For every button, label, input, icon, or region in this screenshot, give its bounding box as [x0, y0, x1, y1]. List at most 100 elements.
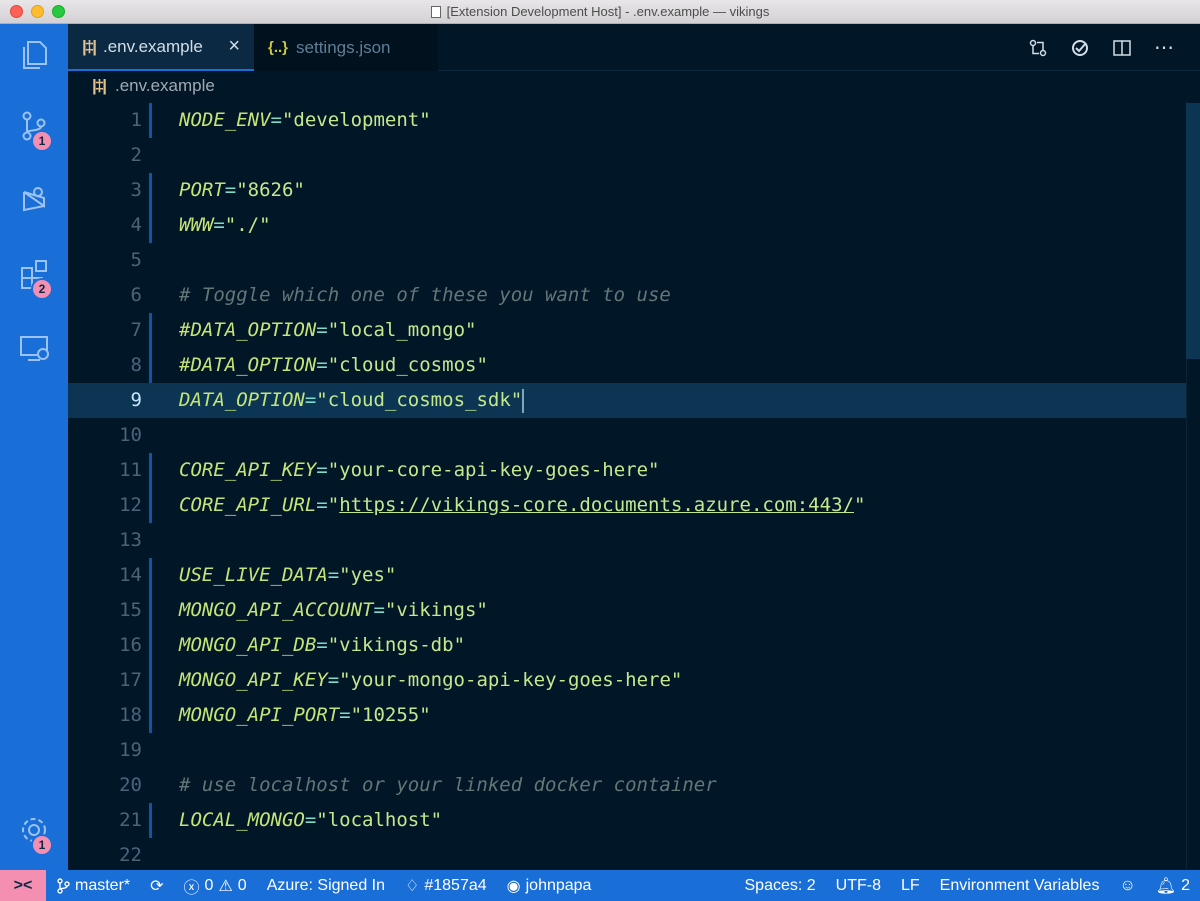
code-text: CORE_API_KEY="your-core-api-key-goes-her… — [179, 453, 659, 488]
code-line[interactable]: 1 NODE_ENV="development" — [68, 103, 1200, 138]
code-comment: # Toggle which one of these you want to … — [179, 284, 671, 306]
branch-name: master* — [75, 876, 131, 894]
equals-operator: = — [339, 704, 351, 726]
paint-bucket-icon: ♢ — [405, 877, 420, 895]
url-link[interactable]: https://vikings-core.documents.azure.com… — [339, 494, 854, 516]
quote: " — [327, 494, 340, 516]
branch-status[interactable]: master* — [46, 870, 140, 901]
code-line[interactable]: 18 MONGO_API_PORT="10255" — [68, 698, 1200, 733]
source-control-activity[interactable]: 1 — [0, 96, 68, 156]
code-line[interactable]: 21 LOCAL_MONGO="localhost" — [68, 803, 1200, 838]
code-line[interactable]: 8 #DATA_OPTION="cloud_cosmos" — [68, 348, 1200, 383]
compare-changes-icon[interactable] — [1028, 38, 1048, 58]
debug-activity[interactable] — [0, 170, 68, 230]
env-value: "development" — [281, 109, 431, 131]
code-text: MONGO_API_KEY="your-mongo-api-key-goes-h… — [179, 663, 682, 698]
line-number: 11 — [119, 459, 142, 481]
line-number: 6 — [130, 284, 142, 306]
code-line[interactable]: 12 CORE_API_URL="https://vikings-core.doc… — [68, 488, 1200, 523]
status-bar-right: Spaces: 2 UTF-8 LF Environment Variables… — [735, 870, 1200, 901]
sync-status[interactable]: ⟳ — [140, 870, 173, 901]
language-mode-status[interactable]: Environment Variables — [930, 870, 1110, 901]
peacock-color-status[interactable]: ♢ #1857a4 — [395, 870, 497, 901]
remote-indicator[interactable]: >< — [0, 870, 46, 901]
code-line[interactable]: 10 — [68, 418, 1200, 453]
tab-env-example[interactable]: |‡| .env.example × — [68, 24, 254, 71]
code-line[interactable]: 2 — [68, 138, 1200, 173]
code-line[interactable]: 9 DATA_OPTION="cloud_cosmos_sdk" — [68, 383, 1200, 418]
code-line[interactable]: 20 # use localhost or your linked docker … — [68, 768, 1200, 803]
equals-operator: = — [327, 564, 340, 586]
explorer-activity[interactable] — [0, 24, 68, 84]
indentation-status[interactable]: Spaces: 2 — [735, 870, 826, 901]
env-value: "your-core-api-key-goes-here" — [327, 459, 660, 481]
document-icon — [430, 5, 441, 18]
extensions-badge: 2 — [31, 278, 53, 300]
env-key: PORT — [179, 179, 225, 201]
env-key: #DATA_OPTION — [179, 319, 317, 341]
close-window-button[interactable] — [10, 5, 23, 18]
code-text: MONGO_API_DB="vikings-db" — [179, 628, 465, 663]
github-user: johnpapa — [525, 876, 592, 894]
close-icon[interactable]: × — [228, 35, 240, 58]
feedback-icon: ☺ — [1119, 876, 1136, 894]
settings-sliders-icon: |‡| — [92, 76, 107, 95]
env-key: USE_LIVE_DATA — [179, 564, 328, 586]
bug-icon — [23, 187, 45, 212]
code-line[interactable]: 7 #DATA_OPTION="local_mongo" — [68, 313, 1200, 348]
breadcrumb-file[interactable]: .env.example — [115, 76, 215, 96]
editor-actions: ⋯ — [1028, 24, 1200, 71]
env-key: MONGO_API_ACCOUNT — [179, 599, 374, 621]
azure-status[interactable]: Azure: Signed In — [257, 870, 395, 901]
code-text: LOCAL_MONGO="localhost" — [179, 803, 442, 838]
code-text: WWW="./" — [179, 208, 271, 243]
equals-operator: = — [213, 214, 225, 236]
more-actions-icon[interactable]: ⋯ — [1154, 35, 1174, 60]
env-key: MONGO_API_PORT — [179, 704, 340, 726]
problems-status[interactable]: ⓧ 0 ⚠ 0 — [174, 870, 257, 901]
settings-activity[interactable]: 1 — [0, 800, 68, 860]
line-number: 4 — [130, 214, 142, 236]
code-line[interactable]: 5 — [68, 243, 1200, 278]
check-circle-icon[interactable] — [1070, 38, 1090, 58]
github-user-status[interactable]: ◉ johnpapa — [497, 870, 602, 901]
code-text: USE_LIVE_DATA="yes" — [179, 558, 396, 593]
vertical-scrollbar[interactable] — [1186, 101, 1200, 870]
code-line[interactable]: 14 USE_LIVE_DATA="yes" — [68, 558, 1200, 593]
maximize-window-button[interactable] — [52, 5, 65, 18]
env-key: MONGO_API_KEY — [179, 669, 328, 691]
window-title: [Extension Development Host] - .env.exam… — [430, 4, 769, 19]
code-line[interactable]: 6 # Toggle which one of these you want to… — [68, 278, 1200, 313]
equals-operator: = — [373, 599, 385, 621]
notifications-status[interactable]: 🔔︎ 2 — [1146, 870, 1200, 901]
line-number: 19 — [119, 739, 142, 761]
line-number: 15 — [119, 599, 142, 621]
code-text: # use localhost or your linked docker co… — [179, 768, 717, 803]
env-value: "10255" — [350, 704, 431, 726]
code-line[interactable]: 3 PORT="8626" — [68, 173, 1200, 208]
minimize-window-button[interactable] — [31, 5, 44, 18]
error-icon: ⓧ — [183, 879, 200, 897]
env-value: "localhost" — [316, 809, 443, 831]
code-line[interactable]: 17 MONGO_API_KEY="your-mongo-api-key-goes… — [68, 663, 1200, 698]
code-line[interactable]: 15 MONGO_API_ACCOUNT="vikings" — [68, 593, 1200, 628]
feedback-status[interactable]: ☺ — [1109, 870, 1145, 901]
eol-status[interactable]: LF — [891, 870, 930, 901]
code-line[interactable]: 19 — [68, 733, 1200, 768]
encoding-status[interactable]: UTF-8 — [826, 870, 891, 901]
env-value: "vikings-db" — [327, 634, 466, 656]
code-line[interactable]: 13 — [68, 523, 1200, 558]
code-text: MONGO_API_ACCOUNT="vikings" — [179, 593, 488, 628]
split-editor-icon[interactable] — [1112, 38, 1132, 58]
code-line[interactable]: 4 WWW="./" — [68, 208, 1200, 243]
code-line[interactable]: 16 MONGO_API_DB="vikings-db" — [68, 628, 1200, 663]
tab-settings-json[interactable]: {..} settings.json — [254, 24, 438, 71]
line-number: 8 — [130, 354, 142, 376]
code-line[interactable]: 22 — [68, 838, 1200, 870]
scrollbar-thumb[interactable] — [1186, 103, 1200, 359]
remote-explorer-activity[interactable] — [0, 318, 68, 378]
extensions-activity[interactable]: 2 — [0, 244, 68, 304]
code-editor[interactable]: 1 NODE_ENV="development" 2 3 PORT="8626" 4 WWW… — [68, 101, 1200, 870]
code-line[interactable]: 11 CORE_API_KEY="your-core-api-key-goes-h… — [68, 453, 1200, 488]
files-icon — [23, 41, 47, 69]
